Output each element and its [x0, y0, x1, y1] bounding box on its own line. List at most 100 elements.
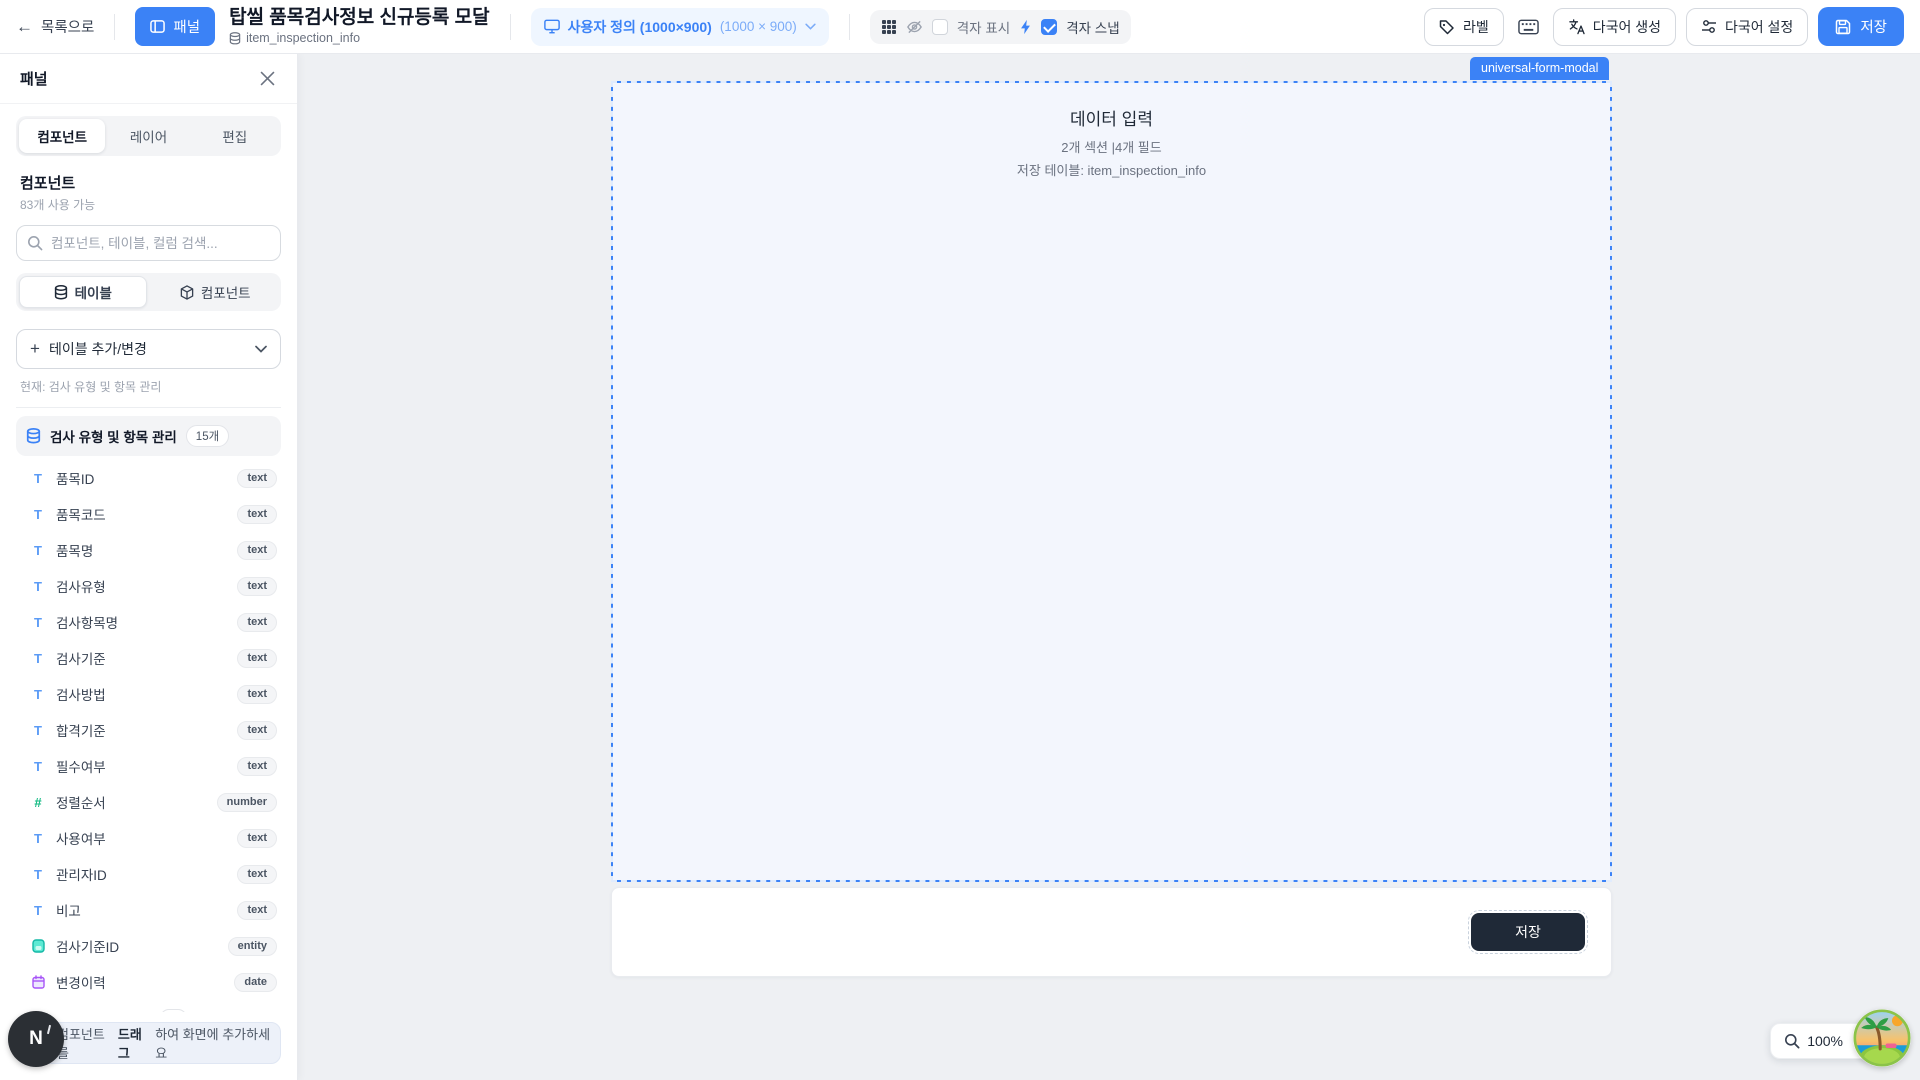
tag-icon — [1439, 19, 1455, 35]
zoom-level: 100% — [1807, 1033, 1843, 1049]
text-type-icon: T — [30, 867, 46, 882]
form-summary: 2개 섹션 |4개 필드 — [613, 137, 1610, 156]
design-canvas[interactable]: universal-form-modal 데이터 입력 2개 섹션 |4개 필드… — [298, 54, 1920, 1080]
viewport-label: 사용자 정의 (1000×900) — [568, 17, 712, 37]
viewport-dimensions: (1000 × 900) — [720, 19, 797, 34]
monitor-icon — [544, 19, 560, 34]
form-footer-bar[interactable]: 저장 — [611, 887, 1612, 977]
form-save-button[interactable]: 저장 — [1471, 913, 1585, 951]
database-icon — [229, 32, 241, 45]
type-badge: text — [237, 469, 277, 488]
field-row[interactable]: 검사기준ID entity — [0, 928, 297, 964]
divider — [16, 407, 281, 408]
tab-edit[interactable]: 편집 — [192, 119, 278, 153]
mode-table-label: 테이블 — [75, 282, 112, 302]
type-badge: text — [237, 865, 277, 884]
components-available-count: 83개 사용 가능 — [20, 196, 277, 213]
sliders-icon — [1701, 19, 1717, 34]
field-row[interactable]: T 검사방법 text — [0, 676, 297, 712]
tab-components[interactable]: 컴포넌트 — [19, 119, 105, 153]
number-type-icon: # — [30, 795, 46, 810]
viewport-size-dropdown[interactable]: 사용자 정의 (1000×900) (1000 × 900) — [531, 8, 829, 46]
field-row[interactable]: T 사용여부 text — [0, 820, 297, 856]
text-type-icon: T — [30, 759, 46, 774]
cube-icon — [180, 285, 194, 300]
i18n-generate-label: 다국어 생성 — [1593, 17, 1661, 37]
divider — [849, 14, 850, 40]
text-type-icon: T — [30, 651, 46, 666]
form-table-info: 저장 테이블: item_inspection_info — [613, 160, 1610, 179]
field-row-clipped[interactable]: 엔티티 조인 컬럼 2 — [0, 1000, 297, 1012]
back-to-list-button[interactable]: ← 목록으로 — [16, 16, 94, 37]
field-row[interactable]: T 비고 text — [0, 892, 297, 928]
panel-toggle-button[interactable]: 패널 — [135, 7, 215, 46]
field-row[interactable]: T 합격기준 text — [0, 712, 297, 748]
i18n-settings-button[interactable]: 다국어 설정 — [1686, 8, 1808, 46]
grid-snap-label: 격자 스냅 — [1066, 17, 1119, 37]
date-type-icon — [30, 975, 46, 989]
panel-toggle-label: 패널 — [173, 16, 200, 37]
component-search-input[interactable] — [16, 225, 281, 261]
back-label: 목록으로 — [41, 16, 94, 37]
field-row[interactable]: T 검사항목명 text — [0, 604, 297, 640]
keyboard-shortcuts-icon[interactable] — [1514, 15, 1543, 39]
field-row[interactable]: T 품목코드 text — [0, 496, 297, 532]
field-row[interactable]: # 정렬순서 number — [0, 784, 297, 820]
floppy-save-icon — [1835, 19, 1851, 35]
panel-mode-toggle: 테이블 컴포넌트 — [16, 273, 281, 311]
translate-icon — [1568, 19, 1585, 35]
grid-toolbar: 격자 표시 격자 스냅 — [870, 10, 1131, 44]
field-row[interactable]: T 검사유형 text — [0, 568, 297, 604]
database-icon — [26, 428, 41, 444]
label-button-text: 라벨 — [1463, 17, 1489, 37]
join-count-badge: 2 — [160, 1009, 186, 1012]
add-change-table-dropdown[interactable]: + 테이블 추가/변경 — [16, 329, 281, 369]
field-list: 검사 유형 및 항목 관리 15개 T 품목ID text T 품목코드 tex… — [0, 416, 297, 1012]
field-count-badge: 15개 — [186, 425, 229, 447]
field-row[interactable]: T 관리자ID text — [0, 856, 297, 892]
components-section-title: 컴포넌트 — [20, 172, 277, 193]
text-type-icon: T — [30, 543, 46, 558]
entity-type-icon — [30, 939, 46, 953]
island-emoji-sticker[interactable] — [1853, 1009, 1911, 1067]
grid-show-label: 격자 표시 — [957, 17, 1010, 37]
tab-layers[interactable]: 레이어 — [105, 119, 191, 153]
add-table-label: 테이블 추가/변경 — [49, 339, 147, 359]
field-row[interactable]: T 품목ID text — [0, 460, 297, 496]
mode-component-button[interactable]: 컴포넌트 — [153, 276, 279, 308]
label-button[interactable]: 라벨 — [1424, 8, 1504, 46]
panel-tab-bar: 컴포넌트 레이어 편집 — [16, 116, 281, 156]
panel-title: 패널 — [20, 68, 48, 89]
search-icon — [27, 235, 43, 251]
field-row[interactable]: T 검사기준 text — [0, 640, 297, 676]
grid-icon[interactable] — [881, 19, 897, 35]
i18n-settings-label: 다국어 설정 — [1725, 17, 1793, 37]
universal-form-modal-component[interactable]: 데이터 입력 2개 섹션 |4개 필드 저장 테이블: item_inspect… — [611, 81, 1612, 882]
eye-off-icon[interactable] — [906, 19, 923, 35]
component-panel: 패널 컴포넌트 레이어 편집 컴포넌트 83개 사용 가능 테이블 컴포넌트 — [0, 54, 298, 1080]
type-badge: entity — [228, 937, 277, 956]
save-button[interactable]: 저장 — [1818, 7, 1904, 46]
panel-close-icon[interactable] — [258, 69, 277, 88]
field-row[interactable]: T 품목명 text — [0, 532, 297, 568]
component-name-tag[interactable]: universal-form-modal — [1470, 57, 1609, 80]
type-badge: text — [237, 757, 277, 776]
grid-snap-checkbox[interactable] — [1041, 19, 1057, 35]
page-title: 탑씰 품목검사정보 신규등록 모달 — [229, 8, 490, 29]
type-badge: text — [237, 649, 277, 668]
field-row[interactable]: T 필수여부 text — [0, 748, 297, 784]
text-type-icon: T — [30, 903, 46, 918]
table-group-header[interactable]: 검사 유형 및 항목 관리 15개 — [16, 416, 281, 456]
field-row[interactable]: 변경이력 date — [0, 964, 297, 1000]
text-type-icon: T — [30, 723, 46, 738]
mode-component-label: 컴포넌트 — [201, 282, 251, 302]
chevron-down-icon — [255, 345, 267, 353]
plus-icon: + — [30, 339, 40, 359]
text-type-icon: T — [30, 579, 46, 594]
grid-show-checkbox[interactable] — [932, 19, 948, 35]
mode-table-button[interactable]: 테이블 — [19, 276, 147, 308]
type-badge: text — [237, 829, 277, 848]
type-badge: text — [237, 541, 277, 560]
current-table-line: 현재: 검사 유형 및 항목 관리 — [20, 378, 277, 395]
i18n-generate-button[interactable]: 다국어 생성 — [1553, 8, 1676, 46]
